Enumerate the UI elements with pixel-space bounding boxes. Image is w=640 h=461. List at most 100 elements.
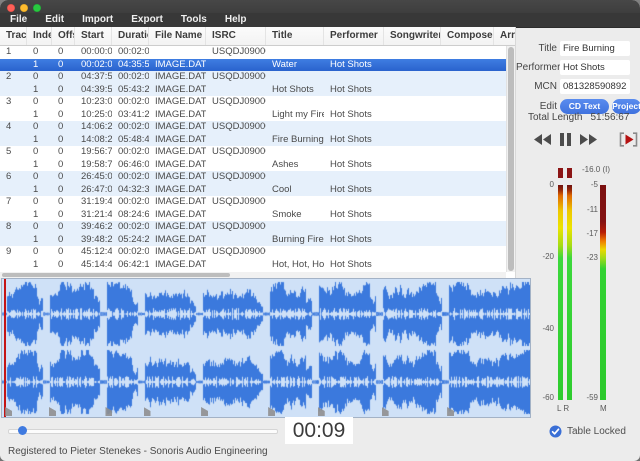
table-cell: 00:02:00 bbox=[112, 71, 149, 84]
table-row[interactable]: 1004:39:5405:43:25IMAGE.DATHot ShotsHot … bbox=[0, 84, 507, 97]
table-cell bbox=[441, 134, 494, 147]
menu-item-tools[interactable]: Tools bbox=[172, 13, 216, 27]
level-meter-right bbox=[567, 185, 572, 400]
pause-button[interactable] bbox=[560, 132, 571, 147]
column-header[interactable]: Duration bbox=[112, 27, 149, 45]
table-row[interactable]: 30010:23:0400:02:00IMAGE.DATUSQDJ0900003 bbox=[0, 96, 507, 109]
table-row[interactable]: 70031:19:4000:02:00IMAGE.DATUSQDJ0900007 bbox=[0, 196, 507, 209]
app-window: FileEditImportExportToolsHelp TrackIndex… bbox=[0, 0, 640, 461]
table-row[interactable]: 1045:14:4906:42:18IMAGE.DATHot, Hot, Hot… bbox=[0, 259, 507, 272]
position-slider-thumb[interactable] bbox=[18, 426, 27, 435]
clip-indicator-right[interactable] bbox=[567, 168, 572, 178]
column-header[interactable]: ISRC bbox=[206, 27, 266, 45]
table-cell: 9 bbox=[0, 246, 27, 259]
column-header[interactable]: Offset bbox=[52, 27, 75, 45]
close-button[interactable] bbox=[7, 4, 15, 12]
table-row[interactable]: 60026:45:0400:02:00IMAGE.DATUSQDJ0900006 bbox=[0, 171, 507, 184]
menu-item-file[interactable]: File bbox=[1, 13, 36, 27]
table-row[interactable]: 50019:56:7300:02:00IMAGE.DATUSQDJ0900005 bbox=[0, 146, 507, 159]
table-row[interactable]: 1039:48:2605:24:23IMAGE.DATBurning FireH… bbox=[0, 234, 507, 247]
table-cell bbox=[0, 59, 27, 72]
lr-scale-tick: -20 bbox=[532, 252, 554, 261]
table-row[interactable]: 90045:12:4900:02:00IMAGE.DATUSQDJ0900009 bbox=[0, 246, 507, 259]
mcn-field[interactable] bbox=[560, 79, 630, 94]
table-cell bbox=[206, 234, 266, 247]
table-row[interactable]: 10000:00:0000:02:00USQDJ0900001 bbox=[0, 46, 507, 59]
menu-item-export[interactable]: Export bbox=[122, 13, 172, 27]
waveform-display[interactable] bbox=[1, 278, 531, 418]
table-cell bbox=[206, 84, 266, 97]
horizontal-scroll-thumb[interactable] bbox=[2, 273, 230, 277]
column-header[interactable]: Composer bbox=[441, 27, 494, 45]
table-cell: 06:46:06 bbox=[112, 159, 149, 172]
maximize-button[interactable] bbox=[33, 4, 41, 12]
table-cell: 0 bbox=[52, 46, 75, 59]
column-header[interactable]: Start bbox=[75, 27, 112, 45]
check-circle-icon bbox=[549, 425, 562, 438]
table-cell: 0 bbox=[27, 121, 52, 134]
playhead-cursor[interactable] bbox=[4, 279, 6, 417]
column-header[interactable]: Arr bbox=[494, 27, 516, 45]
title-field[interactable] bbox=[560, 41, 630, 56]
table-row[interactable]: 1026:47:0404:32:36IMAGE.DATCoolHot Shots bbox=[0, 184, 507, 197]
table-cell: 45:14:49 bbox=[75, 259, 112, 272]
table-cell: Hot Shots bbox=[324, 259, 384, 272]
table-cell bbox=[0, 259, 27, 272]
table-cell bbox=[324, 196, 384, 209]
table-row[interactable]: 1019:58:7306:46:06IMAGE.DATAshesHot Shot… bbox=[0, 159, 507, 172]
forward-button[interactable] bbox=[580, 132, 597, 147]
table-row[interactable]: 80039:46:2600:02:00IMAGE.DATUSQDJ0900008 bbox=[0, 221, 507, 234]
column-header[interactable]: Performer bbox=[324, 27, 384, 45]
table-cell: 00:02:00 bbox=[112, 96, 149, 109]
table-cell: 4 bbox=[0, 121, 27, 134]
table-cell bbox=[0, 234, 27, 247]
minimize-button[interactable] bbox=[20, 4, 28, 12]
column-header[interactable]: Track bbox=[0, 27, 27, 45]
table-cell bbox=[441, 46, 494, 59]
table-row[interactable]: 1031:21:4008:24:61IMAGE.DATSmokeHot Shot… bbox=[0, 209, 507, 222]
table-cell: 05:24:23 bbox=[112, 234, 149, 247]
table-cell: 26:45:04 bbox=[75, 171, 112, 184]
column-header[interactable]: File Name bbox=[149, 27, 206, 45]
table-cell: 1 bbox=[27, 259, 52, 272]
level-meter-left bbox=[558, 185, 563, 400]
table-cell: 00:02:00 bbox=[112, 46, 149, 59]
table-cell: 19:58:73 bbox=[75, 159, 112, 172]
table-cell: 0 bbox=[52, 134, 75, 147]
table-row[interactable]: 20004:37:5400:02:00IMAGE.DATUSQDJ0900002 bbox=[0, 71, 507, 84]
column-header[interactable]: Title bbox=[266, 27, 324, 45]
table-cell: IMAGE.DAT bbox=[149, 221, 206, 234]
table-row[interactable]: 40014:06:2700:02:00IMAGE.DATUSQDJ0900004 bbox=[0, 121, 507, 134]
table-row[interactable]: 1000:02:0004:35:54IMAGE.DATWaterHot Shot… bbox=[0, 59, 507, 72]
table-cell: 00:02:00 bbox=[112, 246, 149, 259]
position-slider[interactable] bbox=[8, 429, 278, 434]
table-cell: USQDJ0900002 bbox=[206, 71, 266, 84]
table-row[interactable]: 1014:08:2705:48:46IMAGE.DATFire BurningH… bbox=[0, 134, 507, 147]
menu-item-help[interactable]: Help bbox=[216, 13, 256, 27]
column-header[interactable]: Index bbox=[27, 27, 52, 45]
titlebar[interactable] bbox=[0, 0, 640, 13]
play-selection-button[interactable] bbox=[619, 132, 638, 147]
table-locked-indicator[interactable]: Table Locked bbox=[549, 425, 626, 438]
clip-indicator-left[interactable] bbox=[558, 168, 563, 178]
table-cell bbox=[324, 96, 384, 109]
performer-field[interactable] bbox=[560, 60, 630, 75]
table-cell: IMAGE.DAT bbox=[149, 84, 206, 97]
table-row[interactable]: 1010:25:0403:41:23IMAGE.DATLight my Fire… bbox=[0, 109, 507, 122]
table-cell bbox=[384, 146, 441, 159]
table-cell: 1 bbox=[27, 209, 52, 222]
menu-item-import[interactable]: Import bbox=[73, 13, 122, 27]
table-cell bbox=[324, 71, 384, 84]
table-cell: 0 bbox=[52, 121, 75, 134]
vertical-scroll-thumb[interactable] bbox=[508, 47, 514, 271]
mcn-label: MCN bbox=[516, 81, 557, 92]
table-cell: 0 bbox=[27, 46, 52, 59]
lr-scale-tick: -60 bbox=[532, 393, 554, 402]
table-cell bbox=[0, 209, 27, 222]
table-cell bbox=[441, 246, 494, 259]
rewind-button[interactable] bbox=[534, 132, 551, 147]
column-header[interactable]: Songwriter bbox=[384, 27, 441, 45]
menu-item-edit[interactable]: Edit bbox=[36, 13, 73, 27]
table-cell: USQDJ0900004 bbox=[206, 121, 266, 134]
table-vertical-scrollbar[interactable] bbox=[506, 46, 515, 272]
